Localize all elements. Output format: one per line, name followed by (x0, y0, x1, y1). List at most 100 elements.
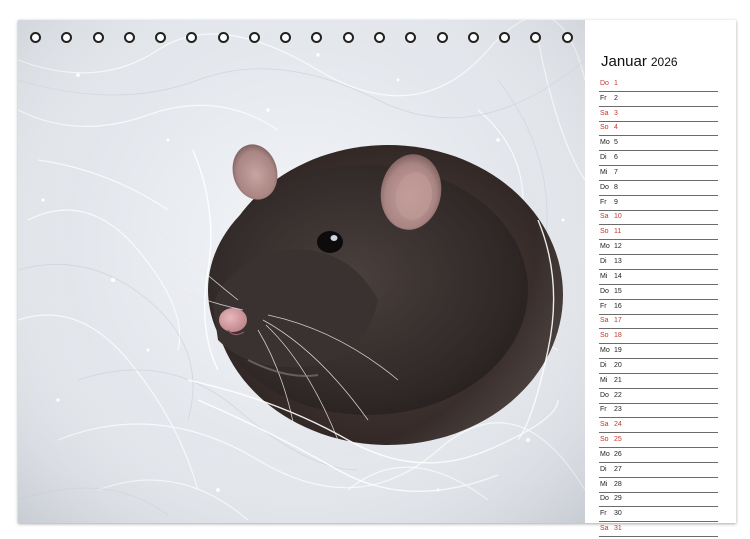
weekday-label: Sa (600, 525, 609, 533)
day-number: 10 (614, 213, 622, 221)
day-row: Sa 10 (599, 211, 718, 226)
weekday-label: Mo (600, 243, 610, 251)
binding-ring (311, 32, 323, 43)
weekday-label: Di (600, 361, 607, 369)
day-number: 16 (614, 302, 622, 310)
rat-in-tinsel-illustration (18, 20, 585, 523)
day-number: 9 (614, 198, 618, 206)
weekday-label: Mo (600, 347, 610, 355)
binding-ring (530, 32, 542, 43)
weekday-label: Do (600, 79, 609, 87)
weekday-label: Fr (600, 198, 607, 206)
day-number: 14 (614, 272, 622, 280)
day-row: Mi 28 (599, 478, 718, 493)
day-row: Fr 2 (599, 92, 718, 107)
weekday-label: Di (600, 154, 607, 162)
day-row: Fr 16 (599, 300, 718, 315)
weekday-label: Fr (600, 406, 607, 414)
day-row: Do 1 (599, 77, 718, 92)
binding-ring (248, 32, 260, 43)
month-name: Januar (601, 53, 647, 70)
weekday-label: Di (600, 465, 607, 473)
day-row: Do 29 (599, 493, 718, 508)
day-row: Fr 9 (599, 196, 718, 211)
day-number: 20 (614, 361, 622, 369)
day-number: 6 (614, 154, 618, 162)
day-number: 31 (614, 525, 622, 533)
rat-photo (18, 20, 585, 523)
calendar-page: Januar 2026 Do 1 Fr 2 Sa 3 So 4 Mo 5 Di 6 Mi 7 Do 8 Fr 9 Sa… (18, 20, 736, 538)
weekday-label: Mi (600, 168, 608, 176)
day-number: 8 (614, 183, 618, 191)
day-number: 27 (614, 465, 622, 473)
day-row: Di 6 (599, 151, 718, 167)
binding-ring (155, 32, 167, 43)
day-row: Di 20 (599, 359, 718, 374)
binding-ring (217, 32, 229, 43)
day-row: So 25 (599, 433, 718, 449)
day-number: 22 (614, 391, 622, 399)
weekday-label: So (600, 124, 609, 132)
binding-ring (280, 32, 292, 43)
day-number: 21 (614, 376, 622, 384)
weekday-label: Mo (600, 450, 610, 458)
binding-ring (436, 32, 448, 43)
binding-ring (405, 32, 417, 43)
binding-ring (374, 32, 385, 43)
binding-ring (123, 32, 135, 43)
day-row: Di 27 (599, 463, 718, 478)
weekday-label: So (600, 436, 609, 444)
day-row: Do 15 (599, 285, 718, 300)
day-number: 5 (614, 139, 618, 147)
binding-ring (467, 32, 479, 43)
weekday-label: Do (600, 495, 609, 503)
day-row: Mi 21 (599, 374, 718, 389)
day-number: 4 (614, 124, 618, 132)
day-number: 26 (614, 450, 622, 458)
weekday-label: Sa (600, 421, 609, 429)
weekday-label: Sa (600, 213, 609, 221)
binding-ring (186, 32, 198, 43)
day-number: 13 (614, 257, 622, 265)
day-row: Mo 5 (599, 136, 718, 152)
weekday-label: Do (600, 183, 609, 191)
day-number: 23 (614, 406, 622, 414)
day-row: Mo 19 (599, 344, 718, 360)
weekday-label: So (600, 332, 609, 340)
binding-ring (342, 32, 354, 43)
day-row: Di 13 (599, 255, 718, 270)
day-row: Mo 26 (599, 448, 718, 463)
day-row: Do 8 (599, 181, 718, 196)
year: 2026 (650, 55, 678, 69)
day-number: 11 (614, 228, 622, 236)
weekday-label: Mi (600, 272, 608, 280)
day-row: Fr 30 (599, 507, 718, 523)
day-row: Fr 23 (599, 404, 718, 419)
month-heading: Januar 2026 (601, 53, 678, 71)
day-number: 29 (614, 495, 622, 503)
binding-ring (30, 32, 41, 43)
day-number: 2 (614, 94, 618, 102)
weekday-label: Di (600, 257, 607, 265)
day-number: 19 (614, 347, 622, 355)
day-row: Sa 3 (599, 107, 718, 122)
binding-ring (61, 32, 73, 43)
day-number: 15 (614, 287, 622, 295)
weekday-label: Mi (600, 376, 608, 384)
day-row: So 18 (599, 329, 718, 345)
day-number: 3 (614, 109, 618, 117)
day-number: 7 (614, 168, 618, 176)
weekday-label: Fr (600, 302, 607, 310)
weekday-label: Do (600, 391, 609, 399)
day-row: So 11 (599, 225, 718, 241)
day-row: Mi 14 (599, 270, 718, 285)
day-number: 18 (614, 332, 622, 340)
day-row: Mo 12 (599, 240, 718, 256)
day-list: Do 1 Fr 2 Sa 3 So 4 Mo 5 Di 6 Mi 7 Do 8 Fr 9 Sa 10 So 11 Mo 12 D… (599, 77, 718, 538)
weekday-label: Do (600, 287, 609, 295)
weekday-label: Fr (600, 94, 607, 102)
day-row: Do 22 (599, 389, 718, 404)
day-number: 1 (614, 79, 618, 87)
weekday-label: Mi (600, 480, 608, 488)
day-number: 28 (614, 480, 622, 488)
